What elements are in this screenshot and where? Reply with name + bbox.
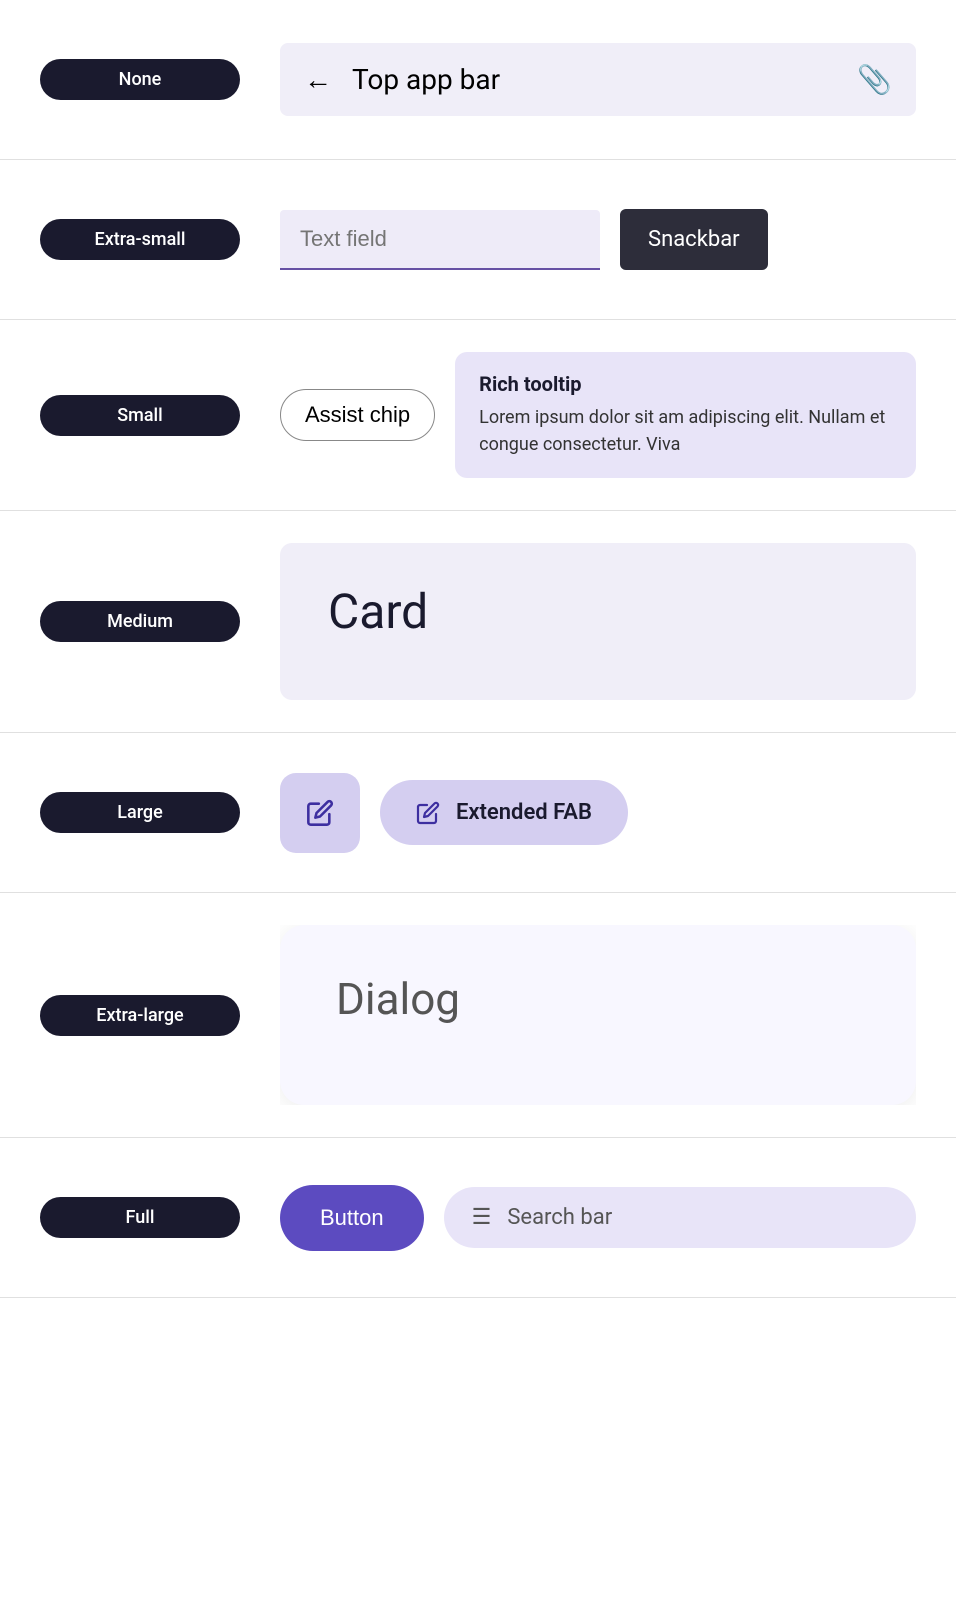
full-content: Button ☰ Search bar bbox=[280, 1185, 916, 1251]
medium-row: Medium Card bbox=[0, 511, 956, 733]
none-content: ← Top app bar 📎 bbox=[280, 43, 916, 116]
back-arrow-icon[interactable]: ← bbox=[304, 63, 332, 96]
fab-button[interactable] bbox=[280, 773, 360, 853]
extended-fab-label: Extended FAB bbox=[456, 800, 592, 825]
top-app-bar-title: Top app bar bbox=[352, 63, 837, 96]
card: Card bbox=[280, 543, 916, 700]
large-badge: Large bbox=[40, 792, 240, 833]
small-row: Small Assist chip Rich tooltip Lorem ips… bbox=[0, 320, 956, 511]
pencil-icon bbox=[306, 799, 334, 827]
extra-small-content: Snackbar bbox=[280, 209, 916, 270]
large-row: Large Extended FAB bbox=[0, 733, 956, 893]
text-field-input[interactable] bbox=[280, 210, 600, 270]
primary-button[interactable]: Button bbox=[280, 1185, 424, 1251]
snackbar: Snackbar bbox=[620, 209, 768, 270]
top-app-bar: ← Top app bar 📎 bbox=[280, 43, 916, 116]
medium-content: Card bbox=[280, 543, 916, 700]
extra-large-badge: Extra-large bbox=[40, 995, 240, 1036]
none-badge: None bbox=[40, 59, 240, 100]
hamburger-icon: ☰ bbox=[472, 1205, 492, 1230]
extended-fab-pencil-icon bbox=[416, 801, 440, 825]
small-content: Assist chip Rich tooltip Lorem ipsum dol… bbox=[280, 352, 916, 478]
card-title: Card bbox=[328, 583, 868, 640]
extra-small-row: Extra-small Snackbar bbox=[0, 160, 956, 320]
extra-large-content: Dialog bbox=[280, 925, 916, 1105]
paperclip-icon[interactable]: 📎 bbox=[857, 63, 892, 96]
none-row: None ← Top app bar 📎 bbox=[0, 0, 956, 160]
rich-tooltip-text: Lorem ipsum dolor sit am adipiscing elit… bbox=[479, 404, 892, 458]
extra-small-badge: Extra-small bbox=[40, 219, 240, 260]
rich-tooltip: Rich tooltip Lorem ipsum dolor sit am ad… bbox=[455, 352, 916, 478]
full-badge: Full bbox=[40, 1197, 240, 1238]
large-content: Extended FAB bbox=[280, 773, 916, 853]
rich-tooltip-title: Rich tooltip bbox=[479, 372, 892, 396]
search-bar[interactable]: ☰ Search bar bbox=[444, 1187, 916, 1248]
dialog-title: Dialog bbox=[336, 973, 860, 1025]
assist-chip-button[interactable]: Assist chip bbox=[280, 389, 435, 441]
dialog: Dialog bbox=[280, 925, 916, 1105]
search-bar-placeholder: Search bar bbox=[507, 1205, 612, 1230]
extra-large-row: Extra-large Dialog bbox=[0, 893, 956, 1138]
medium-badge: Medium bbox=[40, 601, 240, 642]
full-row: Full Button ☰ Search bar bbox=[0, 1138, 956, 1298]
extended-fab-button[interactable]: Extended FAB bbox=[380, 780, 628, 845]
small-badge: Small bbox=[40, 395, 240, 436]
